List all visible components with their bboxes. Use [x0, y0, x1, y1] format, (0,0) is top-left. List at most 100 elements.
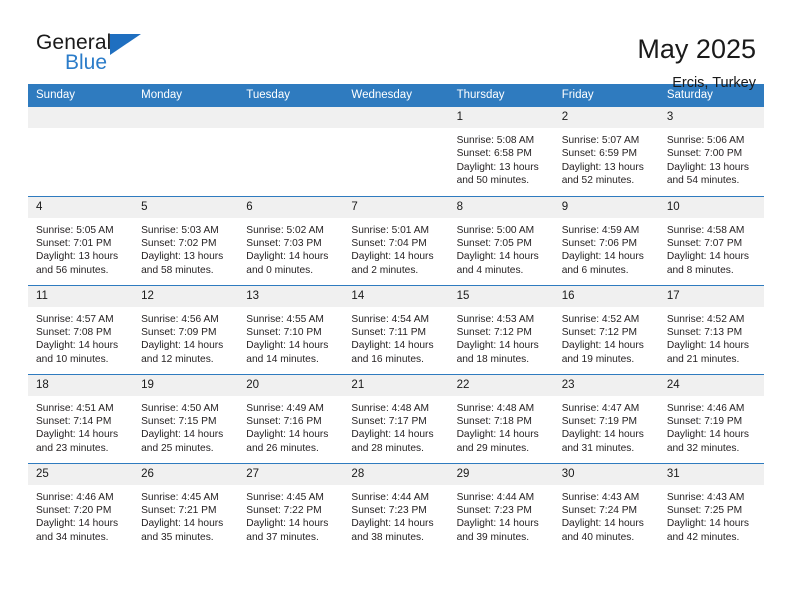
sunrise-text: Sunrise: 4:52 AM [561, 313, 640, 325]
day-details: Sunrise: 4:47 AM Sunset: 7:19 PM Daylight:… [554, 396, 659, 456]
sunset-text: Sunset: 7:15 PM [141, 415, 217, 427]
calendar-day-cell[interactable]: 2 Sunrise: 5:07 AM Sunset: 6:59 PM Daylight… [553, 107, 659, 196]
daylight-text: Daylight: 14 hours [36, 518, 119, 530]
calendar-day-cell[interactable]: 26 Sunrise: 4:45 AM Sunset: 7:21 PM Dayligh… [133, 462, 239, 552]
day-details [28, 128, 133, 134]
daylight-text: Daylight: 14 hours [666, 518, 749, 530]
calendar-day-cell[interactable]: 9 Sunrise: 4:59 AM Sunset: 7:06 PM Daylight… [553, 195, 659, 285]
calendar-day-cell-empty [133, 107, 239, 196]
logo-text-blue: Blue [65, 51, 108, 74]
sunset-text: Sunset: 7:18 PM [456, 415, 532, 427]
day-number: 21 [343, 374, 449, 396]
day-details: Sunrise: 4:52 AM Sunset: 7:12 PM Daylight:… [554, 307, 659, 367]
calendar-day-cell[interactable]: 25 Sunrise: 4:46 AM Sunset: 7:20 PM Dayligh… [28, 462, 134, 552]
day-details: Sunrise: 5:00 AM Sunset: 7:05 PM Daylight:… [449, 218, 554, 278]
sunset-text: Sunset: 7:02 PM [141, 237, 217, 249]
sunset-text: Sunset: 7:22 PM [246, 504, 322, 516]
day-details: Sunrise: 4:55 AM Sunset: 7:10 PM Daylight:… [238, 307, 343, 367]
day-number: 25 [28, 463, 134, 485]
day-details: Sunrise: 4:48 AM Sunset: 7:17 PM Daylight:… [343, 396, 448, 456]
daylight-text: Daylight: 14 hours [456, 518, 539, 530]
day-number: 30 [553, 463, 659, 485]
calendar-day-cell[interactable]: 5 Sunrise: 5:03 AM Sunset: 7:02 PM Daylight… [133, 195, 239, 285]
calendar-page: General Blue May 2025 Ercis, Turkey Sund… [0, 0, 792, 612]
weekday-header-tuesday: Tuesday [238, 84, 344, 107]
sunrise-text: Sunrise: 4:52 AM [666, 313, 745, 325]
daylight-text: Daylight: 14 hours [456, 251, 539, 263]
daylight-text: Daylight: 14 hours [351, 429, 434, 441]
calendar-day-cell[interactable]: 13 Sunrise: 4:55 AM Sunset: 7:10 PM Dayligh… [238, 284, 344, 374]
sunrise-text: Sunrise: 4:47 AM [561, 402, 640, 414]
daylight-text: and 25 minutes. [141, 442, 214, 454]
day-details: Sunrise: 5:05 AM Sunset: 7:01 PM Daylight:… [28, 218, 133, 278]
daylight-text: Daylight: 13 hours [666, 161, 749, 173]
calendar-day-cell[interactable]: 29 Sunrise: 4:44 AM Sunset: 7:23 PM Dayligh… [448, 462, 554, 552]
calendar-day-cell-empty [238, 107, 344, 196]
day-number: 20 [238, 374, 344, 396]
calendar-day-cell[interactable]: 1 Sunrise: 5:08 AM Sunset: 6:58 PM Daylight… [448, 107, 554, 196]
day-details: Sunrise: 4:45 AM Sunset: 7:21 PM Daylight:… [133, 485, 238, 545]
calendar-day-cell[interactable]: 16 Sunrise: 4:52 AM Sunset: 7:12 PM Dayligh… [553, 284, 659, 374]
sunrise-text: Sunrise: 4:50 AM [141, 402, 219, 414]
calendar-day-cell[interactable]: 6 Sunrise: 5:02 AM Sunset: 7:03 PM Daylight… [238, 195, 344, 285]
day-details: Sunrise: 4:58 AM Sunset: 7:07 PM Daylight:… [659, 218, 764, 278]
calendar-day-cell[interactable]: 4 Sunrise: 5:05 AM Sunset: 7:01 PM Daylight… [28, 195, 134, 285]
calendar-day-cell[interactable]: 15 Sunrise: 4:53 AM Sunset: 7:12 PM Dayligh… [448, 284, 554, 374]
day-details: Sunrise: 5:01 AM Sunset: 7:04 PM Daylight:… [343, 218, 448, 278]
calendar-day-cell[interactable]: 10 Sunrise: 4:58 AM Sunset: 7:07 PM Dayligh… [658, 195, 764, 285]
general-blue-logo[interactable]: General Blue [36, 32, 166, 73]
day-number: 29 [448, 463, 554, 485]
weekday-header-monday: Monday [133, 84, 239, 107]
day-number: 4 [28, 196, 134, 218]
sunset-text: Sunset: 7:05 PM [456, 237, 532, 249]
calendar-day-cell[interactable]: 7 Sunrise: 5:01 AM Sunset: 7:04 PM Daylight… [343, 195, 449, 285]
daylight-text: Daylight: 14 hours [561, 429, 644, 441]
sunrise-text: Sunrise: 4:48 AM [456, 402, 535, 414]
sunset-text: Sunset: 7:21 PM [141, 504, 217, 516]
sunrise-text: Sunrise: 4:46 AM [36, 491, 114, 503]
sunrise-text: Sunrise: 4:45 AM [141, 491, 219, 503]
daylight-text: and 31 minutes. [561, 442, 635, 454]
calendar-day-cell[interactable]: 20 Sunrise: 4:49 AM Sunset: 7:16 PM Dayligh… [238, 373, 344, 463]
calendar-day-cell[interactable]: 21 Sunrise: 4:48 AM Sunset: 7:17 PM Dayligh… [343, 373, 449, 463]
daylight-text: Daylight: 14 hours [561, 518, 644, 530]
sunrise-text: Sunrise: 4:55 AM [246, 313, 324, 325]
calendar-day-cell[interactable]: 24 Sunrise: 4:46 AM Sunset: 7:19 PM Dayligh… [658, 373, 764, 463]
calendar-day-cell[interactable]: 14 Sunrise: 4:54 AM Sunset: 7:11 PM Dayligh… [343, 284, 449, 374]
daylight-text: and 28 minutes. [351, 442, 424, 454]
calendar-day-cell[interactable]: 22 Sunrise: 4:48 AM Sunset: 7:18 PM Dayligh… [448, 373, 554, 463]
calendar-day-cell[interactable]: 31 Sunrise: 4:43 AM Sunset: 7:25 PM Dayligh… [658, 462, 764, 552]
calendar-day-cell[interactable]: 27 Sunrise: 4:45 AM Sunset: 7:22 PM Dayligh… [238, 462, 344, 552]
calendar-day-cell[interactable]: 3 Sunrise: 5:06 AM Sunset: 7:00 PM Daylight… [658, 107, 764, 196]
calendar-day-cell[interactable]: 8 Sunrise: 5:00 AM Sunset: 7:05 PM Daylight… [448, 195, 554, 285]
calendar-week-row: 18 Sunrise: 4:51 AM Sunset: 7:14 PM Dayligh… [28, 373, 764, 463]
sunset-text: Sunset: 7:23 PM [351, 504, 427, 516]
sunrise-text: Sunrise: 4:49 AM [246, 402, 324, 414]
sunrise-text: Sunrise: 4:48 AM [351, 402, 430, 414]
daylight-text: and 54 minutes. [666, 175, 740, 187]
day-details: Sunrise: 5:07 AM Sunset: 6:59 PM Daylight:… [554, 128, 659, 188]
calendar-day-cell[interactable]: 17 Sunrise: 4:52 AM Sunset: 7:13 PM Dayligh… [658, 284, 764, 374]
calendar-day-cell[interactable]: 30 Sunrise: 4:43 AM Sunset: 7:24 PM Dayligh… [553, 462, 659, 552]
day-number: 23 [553, 374, 659, 396]
daylight-text: and 6 minutes. [561, 264, 629, 276]
calendar-day-cell[interactable]: 18 Sunrise: 4:51 AM Sunset: 7:14 PM Dayligh… [28, 373, 134, 463]
day-number: 16 [553, 285, 659, 307]
calendar-day-cell[interactable]: 23 Sunrise: 4:47 AM Sunset: 7:19 PM Dayligh… [553, 373, 659, 463]
day-number: 31 [658, 463, 764, 485]
day-number: 1 [448, 107, 554, 128]
daylight-text: Daylight: 14 hours [36, 429, 119, 441]
calendar-day-cell[interactable]: 11 Sunrise: 4:57 AM Sunset: 7:08 PM Dayligh… [28, 284, 134, 374]
calendar-day-cell[interactable]: 19 Sunrise: 4:50 AM Sunset: 7:15 PM Dayligh… [133, 373, 239, 463]
sunrise-text: Sunrise: 4:57 AM [36, 313, 114, 325]
calendar-day-cell[interactable]: 12 Sunrise: 4:56 AM Sunset: 7:09 PM Dayligh… [133, 284, 239, 374]
daylight-text: Daylight: 14 hours [666, 429, 749, 441]
weekday-header-thursday: Thursday [448, 84, 554, 107]
sunset-text: Sunset: 7:03 PM [246, 237, 322, 249]
day-details: Sunrise: 4:51 AM Sunset: 7:14 PM Daylight:… [28, 396, 133, 456]
calendar-day-cell[interactable]: 28 Sunrise: 4:44 AM Sunset: 7:23 PM Dayligh… [343, 462, 449, 552]
day-number: 3 [658, 107, 764, 128]
day-number: 15 [448, 285, 554, 307]
daylight-text: and 12 minutes. [141, 353, 214, 365]
daylight-text: and 39 minutes. [456, 531, 530, 543]
